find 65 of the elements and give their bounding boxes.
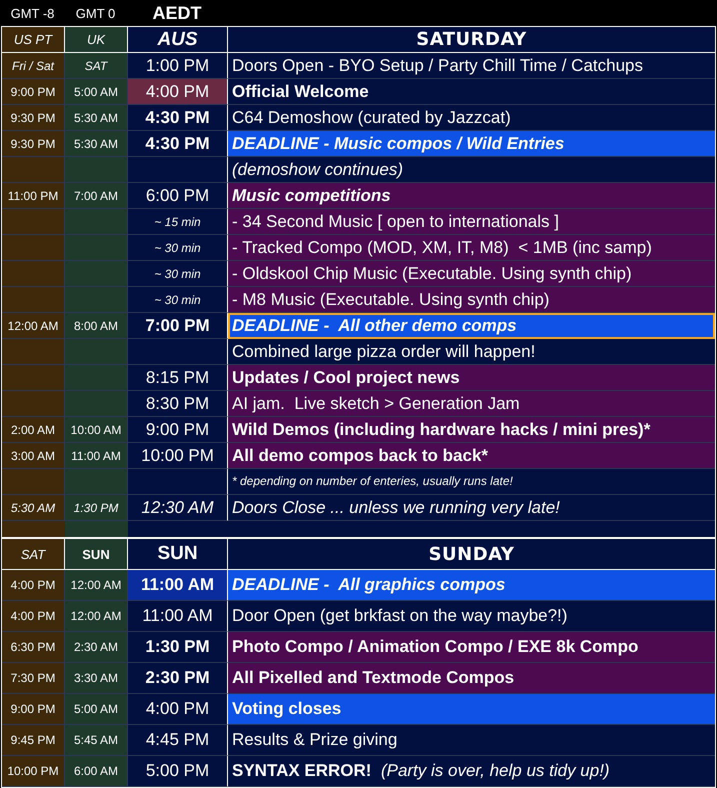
time-cell: 4:30 PM — [128, 105, 228, 131]
time-cell: 4:30 PM — [128, 131, 228, 157]
time-cell: 12:30 AM — [128, 495, 228, 521]
empty-cell — [2, 391, 65, 417]
time-cell: 4:45 PM — [128, 725, 228, 756]
event-cell[interactable]: Wild Demos (including hardware hacks / mini pres)* — [228, 417, 715, 443]
time-cell: ~ 15 min — [128, 209, 228, 235]
zone-label: GMT 0 — [74, 4, 116, 22]
event-cell[interactable]: Voting closes — [228, 694, 715, 725]
time-cell: 9:00 PM — [2, 694, 65, 725]
empty-cell — [2, 339, 65, 365]
time-cell: 8:15 PM — [128, 365, 228, 391]
time-cell: 3:00 AM — [2, 443, 65, 469]
time-cell: 9:00 PM — [128, 417, 228, 443]
event-cell[interactable]: DEADLINE - All graphics compos — [228, 570, 715, 601]
time-cell: 6:30 PM — [2, 632, 65, 663]
empty-cell — [2, 287, 65, 313]
event-cell[interactable]: - 34 Second Music [ open to internationals ] — [228, 209, 715, 235]
time-cell: 7:30 PM — [2, 663, 65, 694]
time-cell: ~ 30 min — [128, 287, 228, 313]
event-cell[interactable]: All Pixelled and Textmode Compos — [228, 663, 715, 694]
time-cell: ~ 30 min — [128, 261, 228, 287]
event-cell[interactable]: All demo compos back to back* — [228, 443, 715, 469]
zone-label: GMT -8 — [10, 4, 56, 22]
empty-cell — [2, 209, 65, 235]
time-cell: 6:00 PM — [128, 183, 228, 209]
time-cell: 9:00 PM — [2, 79, 65, 105]
event-cell[interactable]: AI jam. Live sketch > Generation Jam — [228, 391, 715, 417]
time-cell: 4:00 PM — [2, 601, 65, 632]
time-cell: 9:30 PM — [2, 131, 65, 157]
time-cell: 12:00 AM — [2, 313, 65, 339]
time-cell: 5:30 AM — [2, 495, 65, 521]
time-cell: 4:00 PM — [128, 694, 228, 725]
time-cell: 11:00 AM — [128, 570, 228, 601]
time-cell: 5:00 PM — [128, 756, 228, 787]
event-cell[interactable]: DEADLINE - All other demo comps — [228, 313, 715, 339]
zone-label: AEDT — [152, 2, 202, 24]
time-cell: 9:45 PM — [2, 725, 65, 756]
time-cell: 1:00 PM — [128, 53, 228, 79]
empty-cell — [2, 365, 65, 391]
time-cell: 4:00 PM — [2, 570, 65, 601]
time-cell: 8:30 PM — [128, 391, 228, 417]
time-cell: 7:00 PM — [128, 313, 228, 339]
time-cell: 1:30 PM — [128, 632, 228, 663]
time-cell: 2:30 PM — [128, 663, 228, 694]
time-cell: 11:00 AM — [128, 601, 228, 632]
time-cell: Fri / Sat — [2, 53, 65, 79]
event-cell[interactable]: DEADLINE - Music compos / Wild Entries — [228, 131, 715, 157]
event-cell[interactable]: Updates / Cool project news — [228, 365, 715, 391]
event-cell[interactable]: - Tracked Compo (MOD, XM, IT, M8) < 1MB (inc samp) — [228, 235, 715, 261]
event-cell[interactable]: Music competitions — [228, 183, 715, 209]
event-cell[interactable]: - M8 Music (Executable. Using synth chip) — [228, 287, 715, 313]
time-cell: 2:00 AM — [2, 417, 65, 443]
empty-cell — [2, 261, 65, 287]
time-cell: 11:00 PM — [2, 183, 65, 209]
empty-cell — [2, 469, 65, 495]
time-cell: 10:00 PM — [2, 756, 65, 787]
time-cell: 4:00 PM — [128, 79, 228, 105]
empty-cell — [2, 157, 65, 183]
event-cell[interactable]: Photo Compo / Animation Compo / EXE 8k Compo — [228, 632, 715, 663]
empty-cell — [2, 235, 65, 261]
time-cell: 10:00 PM — [128, 443, 228, 469]
time-cell: ~ 30 min — [128, 235, 228, 261]
event-cell[interactable]: - Oldskool Chip Music (Executable. Using synth chip) — [228, 261, 715, 287]
time-cell: 9:30 PM — [2, 105, 65, 131]
